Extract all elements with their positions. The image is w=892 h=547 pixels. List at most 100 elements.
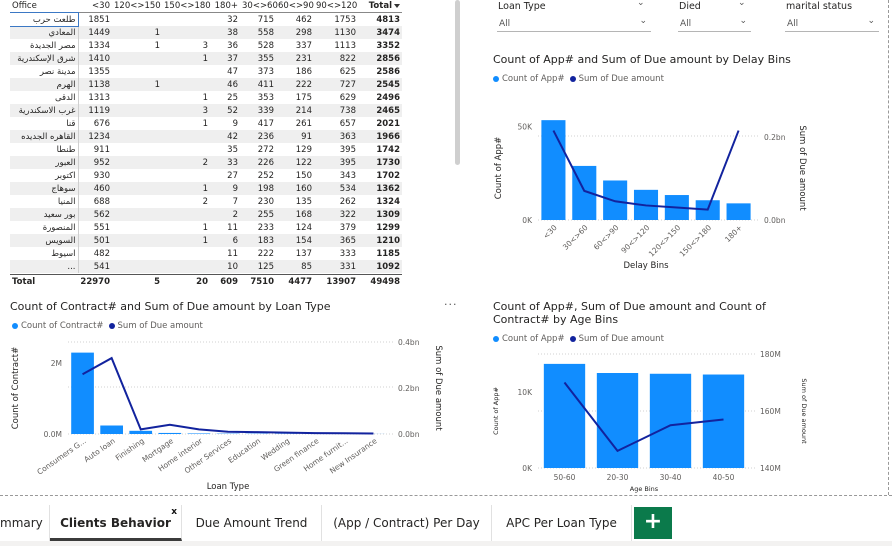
value-cell: 1 [162,221,210,234]
table-row[interactable]: السويس501161831543651210 [10,234,402,247]
office-name-cell[interactable]: شرق الإسكندرية [10,52,78,65]
bar[interactable] [650,374,691,468]
row-total-cell: 1185 [358,247,402,260]
value-cell: 1 [162,182,210,195]
table-row[interactable]: الهرم11381464112227272545 [10,78,402,91]
office-name-cell[interactable]: القاهره الجديده [10,130,78,143]
office-matrix-table[interactable]: Office <30 120<>150 150<>180 180+ 30<>60… [10,0,402,292]
chevron-down-icon[interactable]: ⌄ [637,0,645,8]
bar[interactable] [158,433,181,434]
tab-summary[interactable]: mmary [0,505,50,541]
office-name-cell[interactable]: المنصورة [10,221,78,234]
slicer-loan-type-dropdown[interactable]: All⌄ [497,17,651,32]
header-30-60[interactable]: 30<>60 [240,0,276,13]
bar[interactable] [100,426,123,434]
office-name-cell[interactable]: الدقى [10,91,78,104]
total-cell: 5 [112,275,162,289]
bar[interactable] [71,353,94,434]
legend-label[interactable]: Sum of Due amount [579,334,664,344]
office-name-cell[interactable]: المنيا [10,195,78,208]
table-row[interactable]: شرق الإسكندرية14101373552318222856 [10,52,402,65]
legend-dot-bar [493,336,499,342]
office-name-cell[interactable]: طنطا [10,143,78,156]
value-cell [112,234,162,247]
tab-app-contract-per-day[interactable]: (App / Contract) Per Day [322,505,492,541]
table-row[interactable]: طنطا911352721293951742 [10,143,402,156]
office-name-cell[interactable]: اكتوبر [10,169,78,182]
value-cell [112,130,162,143]
table-row[interactable]: اسيوط482112221373331185 [10,247,402,260]
x-tick-label: 60<>90 [592,223,621,252]
legend-label[interactable]: Count of App# [502,74,565,84]
tab-clients-behavior[interactable]: Clients Behaviorx [50,505,182,541]
office-name-cell[interactable]: ... [10,260,78,273]
close-icon[interactable]: x [171,494,177,530]
sort-desc-icon[interactable] [394,4,400,8]
table-row[interactable]: المنيا688272301352621324 [10,195,402,208]
legend-label[interactable]: Sum of Due amount [118,321,203,331]
matrix-scrollbar[interactable] [455,0,460,165]
office-name-cell[interactable]: قنا [10,117,78,130]
table-row[interactable]: سوهاج460191981605341362 [10,182,402,195]
value-cell: 551 [78,221,112,234]
office-name-cell[interactable]: بور سعيد [10,208,78,221]
bar[interactable] [544,364,585,468]
table-row[interactable]: القاهره الجديده123442236913631966 [10,130,402,143]
table-row[interactable]: غرب الاسكندرية11193523392147382465 [10,104,402,117]
header-90-120[interactable]: 90<>120 [314,0,358,13]
header-60-90[interactable]: 60<>90 [276,0,314,13]
value-cell: 411 [240,78,276,91]
office-name-cell[interactable]: سوهاج [10,182,78,195]
row-total-cell: 2021 [358,117,402,130]
office-name-cell[interactable]: العبور [10,156,78,169]
table-row[interactable]: المنصورة5511112331243791299 [10,221,402,234]
legend-label[interactable]: Count of App# [502,334,565,344]
table-row[interactable]: مدينة نصر1355473731866252586 [10,65,402,78]
header-120-150[interactable]: 120<>150 [112,0,162,13]
office-name-cell[interactable]: المعادي [10,26,78,39]
delay-bins-chart[interactable]: <3030<>6060<>9090<>120120<>150150<>18018… [488,90,818,280]
table-row[interactable]: طلعت حرب18513271546217534813 [10,13,402,27]
tab-due-amount-trend[interactable]: Due Amount Trend [182,505,322,541]
header-lt30[interactable]: <30 [78,0,112,13]
bar[interactable] [129,431,152,434]
office-name-cell[interactable]: مدينة نصر [10,65,78,78]
header-office[interactable]: Office [10,0,78,13]
office-name-cell[interactable]: مصر الجديدة [10,39,78,52]
age-bins-chart[interactable]: 50-6020-3030-4040-500K10K140M160M180MAge… [488,346,818,494]
canvas-edge [888,0,889,495]
table-row[interactable]: اكتوبر930272521503431702 [10,169,402,182]
bar[interactable] [597,373,638,468]
loan-type-chart[interactable]: Consumers G...Auto loanFinishingMortgage… [6,334,454,494]
table-row[interactable]: بور سعيد56222551683221309 [10,208,402,221]
header-total[interactable]: Total [358,0,402,13]
office-name-cell[interactable]: اسيوط [10,247,78,260]
legend-label[interactable]: Sum of Due amount [579,74,664,84]
office-name-cell[interactable]: السويس [10,234,78,247]
header-150-180[interactable]: 150<>180 [162,0,210,13]
table-row[interactable]: ...54110125853311092 [10,260,402,273]
table-row[interactable]: الدقى13131253531756292496 [10,91,402,104]
add-page-button[interactable]: + [634,507,672,539]
chevron-down-icon[interactable]: ⌄ [738,0,746,8]
more-options-icon[interactable]: ··· [444,298,458,311]
bar[interactable] [727,203,751,220]
slicer-marital-dropdown[interactable]: All⌄ [785,17,879,32]
value-cell: 373 [240,65,276,78]
office-name-cell[interactable]: طلعت حرب [10,13,78,27]
header-180plus[interactable]: 180+ [210,0,240,13]
slicer-died-dropdown[interactable]: All⌄ [678,17,751,32]
bar[interactable] [541,120,565,220]
bar[interactable] [188,433,211,434]
table-row[interactable]: قنا676194172616572021 [10,117,402,130]
office-name-cell[interactable]: الهرم [10,78,78,91]
table-row[interactable]: مصر الجديدة1334133652833711133352 [10,39,402,52]
total-label: Total [10,275,78,289]
tab-apc-per-loan-type[interactable]: APC Per Loan Type [492,505,632,541]
table-row[interactable]: المعادي144913855829811303474 [10,26,402,39]
office-name-cell[interactable]: غرب الاسكندرية [10,104,78,117]
legend-label[interactable]: Count of Contract# [21,321,104,331]
value-cell: 353 [240,91,276,104]
value-cell: 727 [314,78,358,91]
table-row[interactable]: العبور9522332261223951730 [10,156,402,169]
